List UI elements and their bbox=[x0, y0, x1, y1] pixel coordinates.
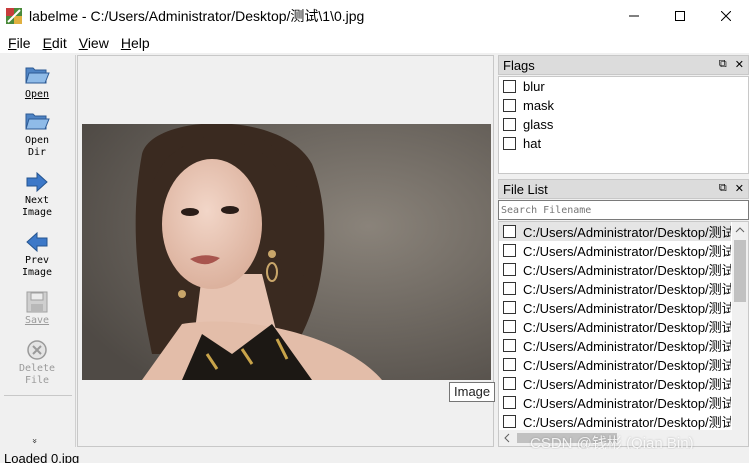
close-window-button[interactable] bbox=[703, 0, 749, 32]
menu-view[interactable]: View bbox=[73, 35, 115, 51]
folder-open-icon bbox=[25, 113, 50, 130]
search-filename-input[interactable] bbox=[498, 200, 749, 220]
file-list: C:/Users/Administrator/Desktop/测试 C:/Use… bbox=[498, 221, 749, 447]
save-button[interactable]: Save bbox=[0, 291, 74, 327]
tool-bar: Open Open Dir Next Image Prev Image Save bbox=[0, 55, 76, 447]
file-list-dock-title: File List ⧉ ✕ bbox=[498, 179, 749, 199]
flag-item-glass[interactable]: glass bbox=[499, 115, 748, 134]
list-item[interactable]: C:/Users/Administrator/Desktop/测试 bbox=[499, 241, 731, 260]
prev-image-label-2: Image bbox=[21, 267, 53, 278]
flag-checkbox[interactable] bbox=[503, 118, 516, 131]
maximize-button[interactable] bbox=[657, 0, 703, 32]
flag-item-mask[interactable]: mask bbox=[499, 96, 748, 115]
flag-checkbox[interactable] bbox=[503, 137, 516, 150]
arrow-right-icon bbox=[26, 171, 48, 193]
list-item[interactable]: C:/Users/Administrator/Desktop/测试 bbox=[499, 374, 731, 393]
float-dock-icon[interactable]: ⧉ bbox=[719, 182, 727, 195]
list-item[interactable]: C:/Users/Administrator/Desktop/测试 bbox=[499, 412, 731, 431]
file-checkbox[interactable] bbox=[503, 415, 516, 428]
delete-icon bbox=[27, 340, 47, 360]
flag-checkbox[interactable] bbox=[503, 99, 516, 112]
list-item[interactable]: C:/Users/Administrator/Desktop/测试 bbox=[499, 298, 731, 317]
flags-dock-title: Flags ⧉ ✕ bbox=[498, 55, 749, 75]
file-list-vertical-scrollbar[interactable] bbox=[732, 222, 748, 432]
file-checkbox[interactable] bbox=[503, 225, 516, 238]
flags-dock: Flags ⧉ ✕ blur mask glass hat bbox=[498, 55, 749, 175]
list-item[interactable]: C:/Users/Administrator/Desktop/测试 bbox=[499, 317, 731, 336]
open-button[interactable]: Open bbox=[0, 63, 74, 101]
next-image-label-1: Next bbox=[24, 195, 50, 206]
save-icon bbox=[26, 291, 48, 313]
labelme-app-icon bbox=[6, 8, 22, 24]
close-dock-icon[interactable]: ✕ bbox=[735, 182, 744, 195]
file-checkbox[interactable] bbox=[503, 358, 516, 371]
list-item[interactable]: C:/Users/Administrator/Desktop/测试 bbox=[499, 222, 731, 241]
close-dock-icon[interactable]: ✕ bbox=[735, 58, 744, 71]
arrow-left-icon bbox=[26, 231, 48, 253]
open-dir-label-1: Open bbox=[24, 135, 50, 146]
next-image-label-2: Image bbox=[21, 207, 53, 218]
flag-item-blur[interactable]: blur bbox=[499, 77, 748, 96]
prev-image-button[interactable]: Prev Image bbox=[0, 231, 74, 279]
list-item[interactable]: C:/Users/Administrator/Desktop/测试 bbox=[499, 355, 731, 374]
list-item[interactable]: C:/Users/Administrator/Desktop/测试 bbox=[499, 393, 731, 412]
flags-list: blur mask glass hat bbox=[498, 76, 749, 174]
file-checkbox[interactable] bbox=[503, 244, 516, 257]
open-dir-button[interactable]: Open Dir bbox=[0, 109, 74, 159]
prev-image-label-1: Prev bbox=[24, 255, 50, 266]
delete-file-label-2: File bbox=[24, 375, 50, 386]
loaded-image bbox=[82, 124, 491, 380]
flag-checkbox[interactable] bbox=[503, 80, 516, 93]
minimize-button[interactable] bbox=[611, 0, 657, 32]
flag-item-hat[interactable]: hat bbox=[499, 134, 748, 153]
canvas-tooltip: Image bbox=[449, 382, 496, 402]
file-list-title: File List bbox=[503, 181, 548, 197]
toolbar-extension-chevron-icon[interactable]: » bbox=[29, 438, 39, 444]
list-item[interactable]: C:/Users/Administrator/Desktop/测试 bbox=[499, 260, 731, 279]
flags-title: Flags bbox=[503, 57, 535, 73]
file-checkbox[interactable] bbox=[503, 320, 516, 333]
delete-file-label-1: Delete bbox=[18, 363, 56, 374]
window-title: labelme - C:/Users/Administrator/Desktop… bbox=[29, 8, 365, 24]
menu-help[interactable]: Help bbox=[115, 35, 156, 51]
status-text: Loaded 0.jpg bbox=[4, 451, 80, 463]
file-list-dock: File List ⧉ ✕ C:/Users/Administrator/Des… bbox=[498, 179, 749, 447]
file-checkbox[interactable] bbox=[503, 339, 516, 352]
menu-bar: File Edit View Help bbox=[0, 32, 749, 53]
file-checkbox[interactable] bbox=[503, 263, 516, 276]
scroll-up-icon[interactable] bbox=[732, 222, 748, 238]
delete-file-button[interactable]: Delete File bbox=[0, 339, 74, 387]
close-icon bbox=[721, 11, 731, 21]
menu-edit[interactable]: Edit bbox=[37, 35, 73, 51]
file-checkbox[interactable] bbox=[503, 282, 516, 295]
file-checkbox[interactable] bbox=[503, 396, 516, 409]
open-label: Open bbox=[24, 89, 50, 100]
maximize-icon bbox=[675, 11, 685, 21]
save-label: Save bbox=[24, 315, 50, 326]
folder-open-icon bbox=[25, 67, 50, 84]
toolbar-divider bbox=[4, 395, 72, 396]
file-checkbox[interactable] bbox=[503, 377, 516, 390]
list-item[interactable]: C:/Users/Administrator/Desktop/测试 bbox=[499, 279, 731, 298]
scroll-left-icon[interactable] bbox=[499, 430, 515, 446]
minimize-icon bbox=[629, 15, 639, 17]
vertical-scroll-thumb[interactable] bbox=[734, 240, 746, 302]
next-image-button[interactable]: Next Image bbox=[0, 171, 74, 219]
status-bar: Loaded 0.jpg bbox=[0, 449, 749, 463]
open-dir-label-2: Dir bbox=[27, 147, 47, 158]
image-canvas[interactable] bbox=[77, 55, 494, 447]
menu-file[interactable]: File bbox=[2, 35, 37, 51]
list-item[interactable]: C:/Users/Administrator/Desktop/测试 bbox=[499, 336, 731, 355]
file-checkbox[interactable] bbox=[503, 301, 516, 314]
float-dock-icon[interactable]: ⧉ bbox=[719, 58, 727, 71]
title-bar: labelme - C:/Users/Administrator/Desktop… bbox=[0, 0, 749, 32]
